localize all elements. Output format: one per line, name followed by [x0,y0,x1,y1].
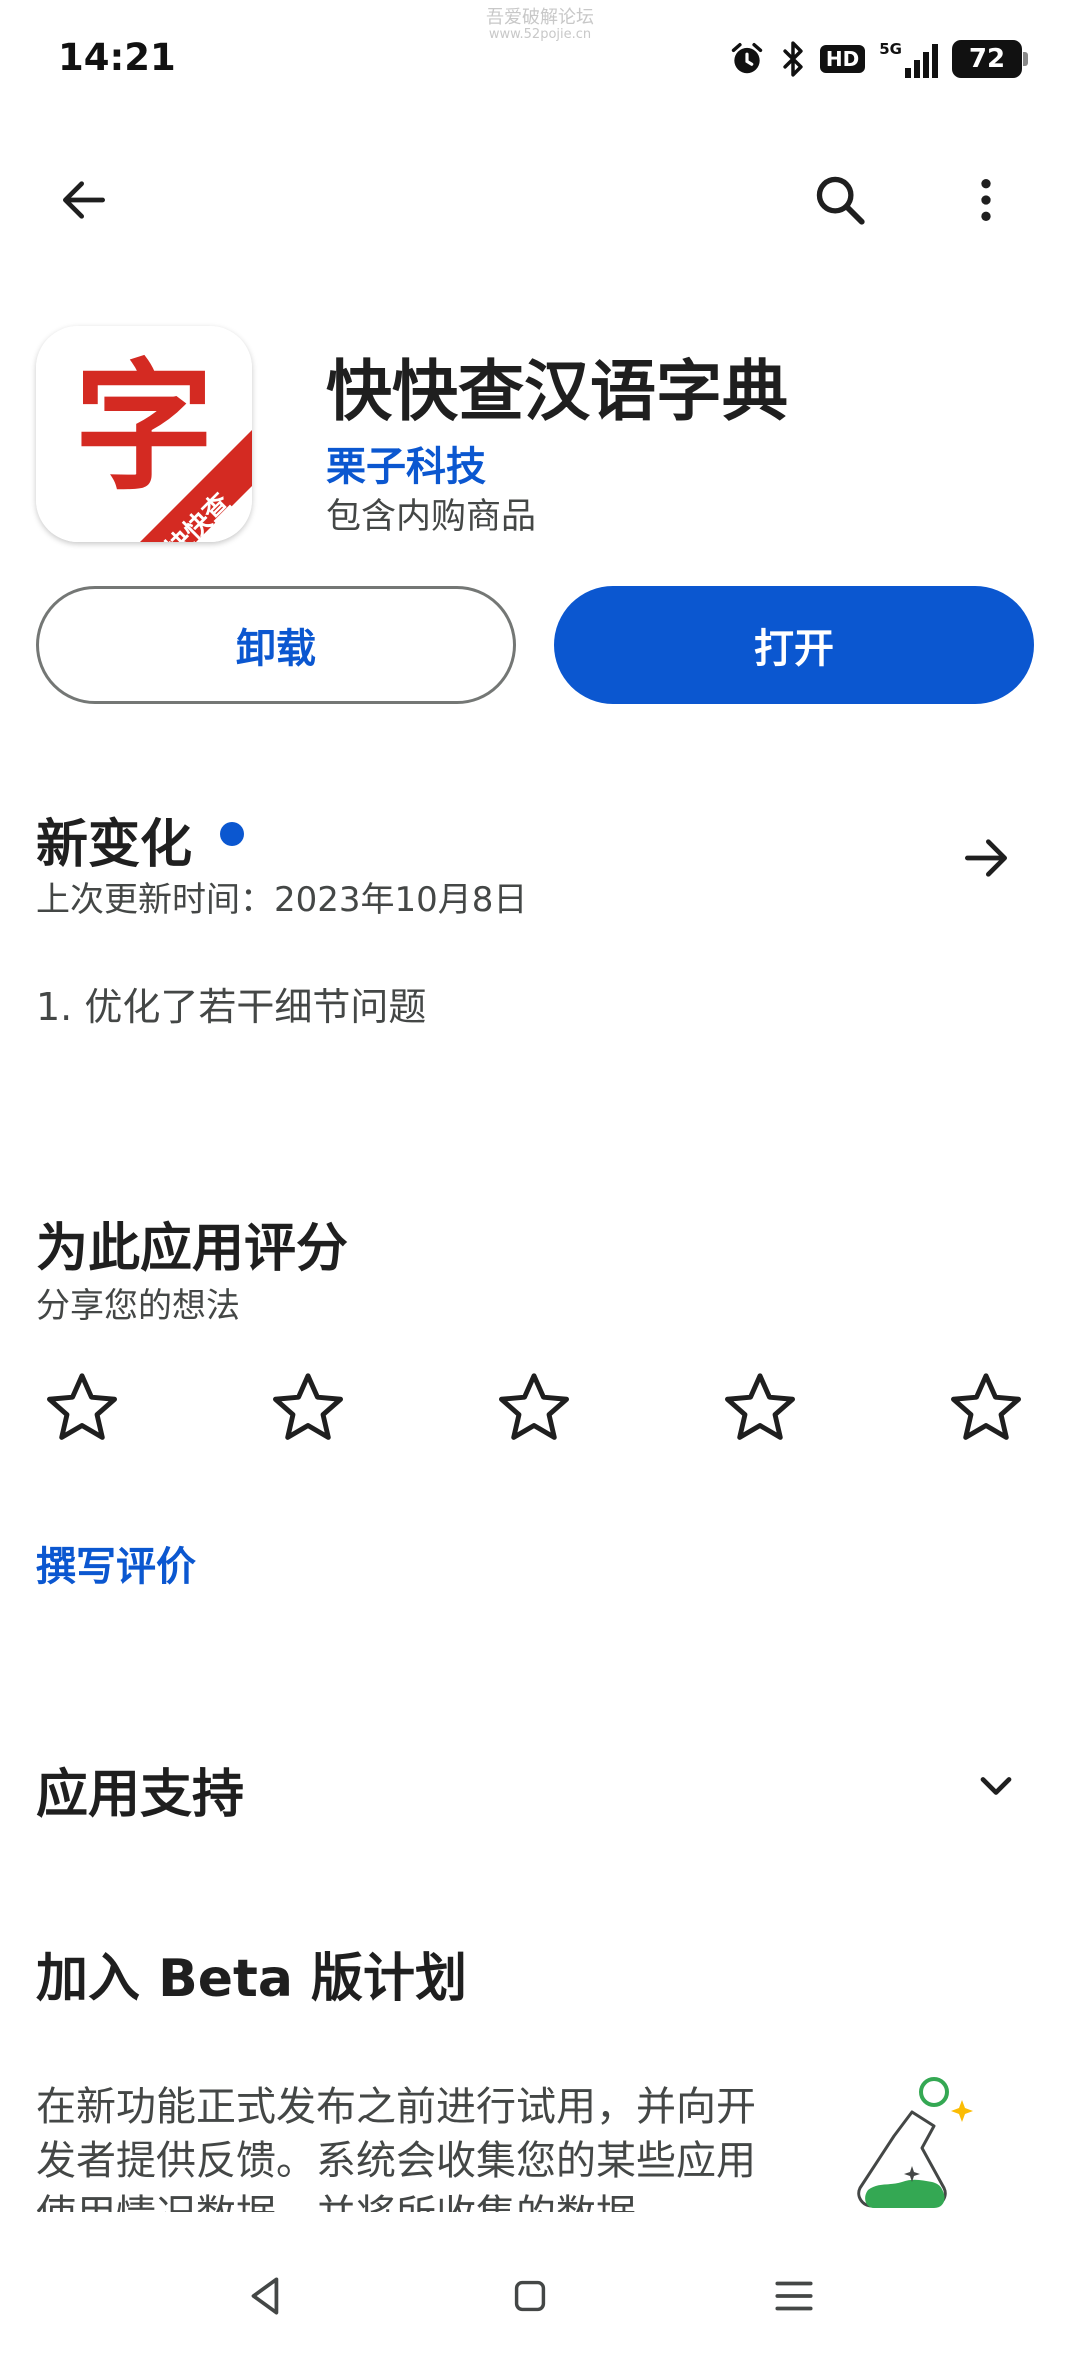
beta-program-title: 加入 Beta 版计划 [36,1949,468,2009]
star-outline-icon [499,1373,569,1440]
app-icon-glyph: 字 [74,346,214,510]
star-outline-icon [725,1373,795,1440]
rate-app-title: 为此应用评分 [36,1219,349,1279]
rating-star-5[interactable] [944,1366,1028,1450]
developer-link[interactable]: 栗子科技 [326,434,486,492]
status-time: 14:21 [58,36,176,79]
nav-menu-icon [775,2281,813,2311]
nav-home-icon [514,2280,546,2312]
rating-star-4[interactable] [718,1366,802,1450]
beta-flask-illustration [850,2070,990,2220]
nav-recents-button[interactable] [754,2256,834,2336]
star-outline-icon [47,1373,117,1440]
star-outline-icon [951,1373,1021,1440]
system-navigation-bar [0,2226,1080,2376]
more-vert-icon [981,179,991,221]
status-bar: 14:21 吾爱破解论坛 www.52pojie.cn HD 5G 72 [0,0,1080,120]
release-notes: 1. 优化了若干细节问题 [36,985,427,1029]
app-support-expand-button[interactable] [956,1746,1036,1826]
rating-star-2[interactable] [266,1366,350,1450]
status-icons: HD 5G 72 [728,36,1028,82]
signal-icon: 5G [879,40,938,78]
beta-program-description: 在新功能正式发布之前进行试用，并向开发者提供反馈。系统会收集您的某些应用使用情况… [36,2084,756,2212]
nav-back-button[interactable] [226,2256,306,2336]
bluetooth-icon [783,41,803,77]
write-review-link[interactable]: 撰写评价 [36,1534,196,1592]
app-title: 快快查汉语字典 [326,353,788,430]
rating-star-1[interactable] [40,1366,124,1450]
app-logo-art: 字 快快查 [36,326,252,542]
more-options-button[interactable] [946,160,1026,240]
app-icon: 字 快快查 [36,326,252,542]
alarm-icon [731,43,763,74]
watermark-title: 吾爱破解论坛 [486,7,594,28]
back-button[interactable] [44,160,124,240]
battery-level: 72 [968,44,1006,74]
search-button[interactable] [800,160,880,240]
nav-back-icon [251,2277,279,2315]
watermark: 吾爱破解论坛 www.52pojie.cn [460,8,620,42]
last-updated-date: 上次更新时间：2023年10月8日 [36,880,528,920]
in-app-purchase-note: 包含内购商品 [326,497,537,537]
star-outline-icon [273,1373,343,1440]
network-type: 5G [879,40,902,58]
back-arrow-icon [62,181,105,219]
new-update-dot [220,822,244,846]
uninstall-button[interactable]: 卸载 [36,586,516,704]
rate-app-subtitle: 分享您的想法 [36,1286,240,1326]
open-button[interactable]: 打开 [554,586,1034,704]
chevron-down-icon [980,1777,1012,1795]
whats-new-expand-button[interactable] [946,818,1026,898]
flask-icon [857,2077,973,2208]
nav-home-button[interactable] [490,2256,570,2336]
app-support-title[interactable]: 应用支持 [36,1752,244,1827]
search-icon [816,176,865,225]
arrow-right-icon [965,839,1007,877]
hd-icon: HD [819,45,866,73]
whats-new-title: 新变化 [36,815,193,875]
watermark-url: www.52pojie.cn [488,26,592,42]
battery-icon: 72 [952,40,1028,78]
rating-star-3[interactable] [492,1366,576,1450]
